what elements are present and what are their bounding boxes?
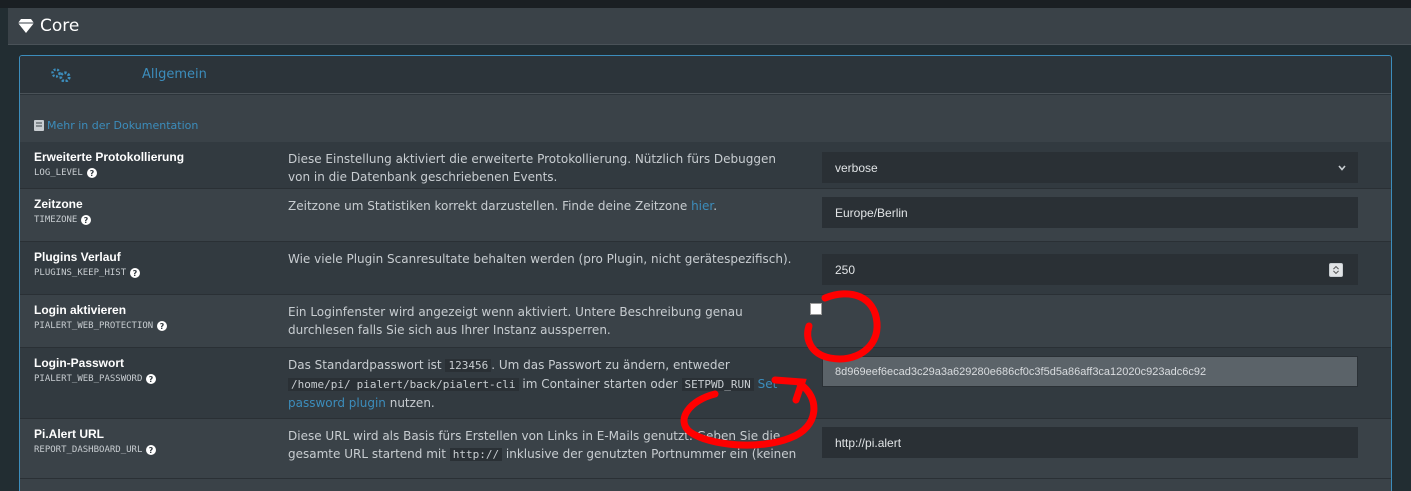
input-value: http://pi.alert: [835, 435, 902, 450]
web-password-input[interactable]: 8d969eef6ecad3c29a3a629280e686cf0c3f5d5a…: [822, 356, 1358, 387]
tab-allgemein[interactable]: Allgemein: [20, 56, 320, 94]
setting-row-plugins-keep-hist: Plugins Verlauf PLUGINS_KEEP_HIST ? Wie …: [20, 242, 1391, 295]
setting-code: PIALERT_WEB_PROTECTION: [34, 321, 154, 331]
setting-name: Plugins Verlauf: [34, 250, 121, 264]
chevron-down-icon: [1338, 165, 1346, 171]
top-strip: [0, 0, 1411, 8]
setting-code: PIALERT_WEB_PASSWORD: [34, 374, 143, 384]
input-value: Europe/Berlin: [835, 205, 908, 220]
setting-row-timezone: Zeitzone TIMEZONE ? Zeitzone um Statisti…: [20, 189, 1391, 242]
diamond-icon: [18, 19, 34, 33]
core-section-header: Core: [8, 8, 1411, 45]
setting-description: Zeitzone um Statistiken korrekt darzuste…: [288, 189, 810, 241]
description-text: . Um das Passwort zu ändern, entweder: [491, 358, 730, 372]
cogs-icon: [51, 67, 71, 82]
setting-row-web-password: Login-Passwort PIALERT_WEB_PASSWORD ? Da…: [20, 348, 1391, 419]
plugins-keep-hist-number-input[interactable]: 250: [822, 254, 1358, 285]
help-icon[interactable]: ?: [130, 268, 141, 278]
setting-name: Zeitzone: [34, 197, 83, 211]
book-icon: [34, 120, 44, 131]
svg-text:?: ?: [160, 322, 165, 331]
setting-description: Wie viele Plugin Scanresultate behalten …: [288, 252, 792, 266]
timezone-link[interactable]: hier: [691, 199, 713, 213]
svg-text:?: ?: [149, 446, 154, 455]
description-text: Zeitzone um Statistiken korrekt darzuste…: [288, 199, 692, 213]
description-text: im Container starten oder: [518, 377, 682, 391]
description-text: inklusive der genutzten Portnummer ein (…: [502, 447, 797, 461]
inline-code: SETPWD_RUN: [681, 378, 754, 391]
web-protection-checkbox[interactable]: [810, 303, 822, 315]
setting-row-log-level: Erweiterte Protokollierung LOG_LEVEL ? D…: [20, 142, 1391, 189]
inline-code: /home/pi/: [288, 378, 354, 391]
timezone-input[interactable]: Europe/Berlin: [822, 197, 1358, 228]
inline-code: http://: [449, 448, 503, 461]
settings-panel: Allgemein Mehr in der Dokumentation Erwe…: [19, 55, 1392, 491]
setting-code: TIMEZONE: [34, 215, 78, 225]
help-icon[interactable]: ?: [157, 321, 168, 331]
setting-code: REPORT_DASHBOARD_URL: [34, 445, 143, 455]
help-icon[interactable]: ?: [146, 445, 157, 455]
inline-code: 123456: [445, 359, 492, 372]
help-icon[interactable]: ?: [146, 374, 157, 384]
setting-description: Ein Loginfenster wird angezeigt wenn akt…: [288, 305, 743, 337]
dashboard-url-input[interactable]: http://pi.alert: [822, 427, 1358, 458]
tab-bar: Allgemein: [20, 56, 1391, 94]
description-text: nutzen.: [385, 396, 435, 410]
tab-label: Allgemein: [142, 67, 207, 82]
setting-name: Pi.Alert URL: [34, 427, 105, 441]
stepper-arrows-icon[interactable]: [1329, 263, 1343, 277]
svg-text:?: ?: [89, 169, 94, 178]
svg-text:?: ?: [84, 216, 89, 225]
svg-text:?: ?: [133, 269, 138, 278]
setting-name: Login aktivieren: [34, 303, 127, 317]
svg-text:?: ?: [149, 375, 154, 384]
setting-name: Login-Passwort: [34, 356, 125, 370]
core-title: Core: [40, 16, 80, 36]
input-value: 250: [835, 262, 856, 277]
select-value: verbose: [835, 160, 878, 175]
documentation-link-label: Mehr in der Dokumentation: [47, 119, 199, 132]
panel-body: Mehr in der Dokumentation Erweiterte Pro…: [20, 95, 1391, 491]
setting-description: Diese Einstellung aktiviert die erweiter…: [288, 152, 777, 184]
description-text: .: [713, 199, 718, 213]
setting-code: LOG_LEVEL: [34, 168, 83, 178]
setting-description: Diese URL wird als Basis fürs Erstellen …: [288, 419, 810, 478]
input-value: 8d969eef6ecad3c29a3a629280e686cf0c3f5d5a…: [835, 365, 1207, 378]
help-icon[interactable]: ?: [86, 168, 97, 178]
help-icon[interactable]: ?: [81, 215, 92, 225]
inline-code: pialert/back/pialert-cli: [353, 378, 519, 391]
setting-row-dashboard-url: Pi.Alert URL REPORT_DASHBOARD_URL ? Dies…: [20, 419, 1391, 479]
settings-list: Erweiterte Protokollierung LOG_LEVEL ? D…: [20, 142, 1391, 479]
setting-row-web-protection: Login aktivieren PIALERT_WEB_PROTECTION …: [20, 295, 1391, 348]
description-text: Das Standardpasswort ist: [288, 358, 446, 372]
log-level-select[interactable]: verbose: [822, 152, 1358, 183]
setting-code: PLUGINS_KEEP_HIST: [34, 268, 127, 278]
setting-description: Das Standardpasswort ist 123456. Um das …: [288, 348, 810, 418]
documentation-link[interactable]: Mehr in der Dokumentation: [34, 119, 198, 132]
setting-name: Erweiterte Protokollierung: [34, 150, 185, 164]
